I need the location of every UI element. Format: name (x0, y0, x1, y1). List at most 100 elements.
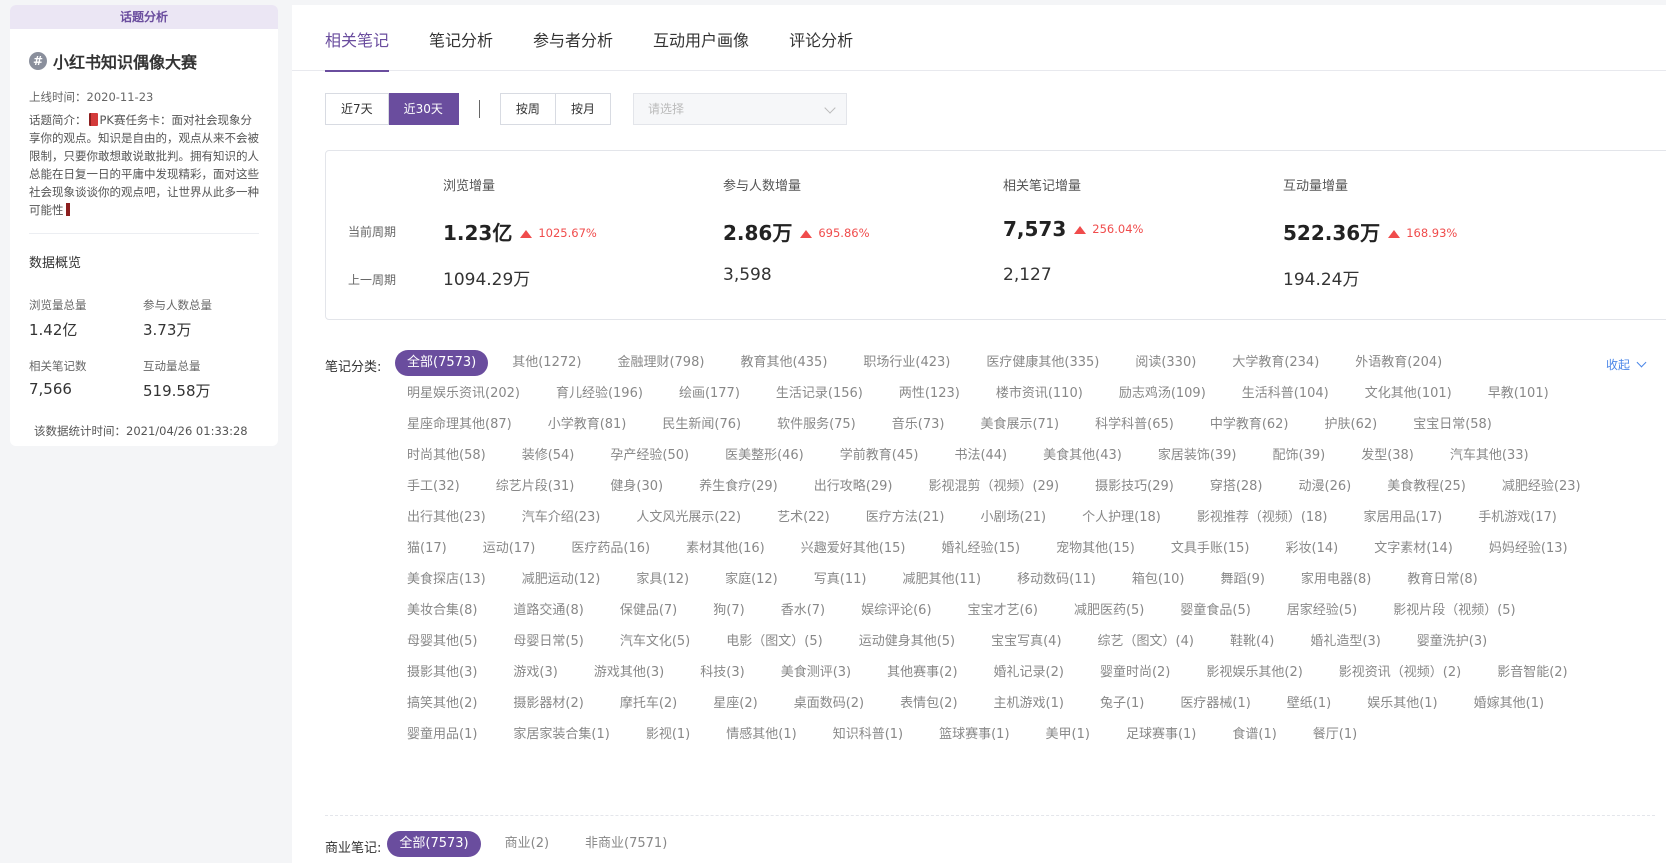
business-chip[interactable]: 全部(7573) (387, 831, 481, 857)
category-chip[interactable]: 医疗健康其他(335) (974, 350, 1111, 376)
category-chip[interactable]: 育儿经验(196) (544, 381, 655, 407)
category-chip[interactable]: 阅读(330) (1123, 350, 1208, 376)
category-chip[interactable]: 汽车其他(33) (1438, 443, 1541, 469)
category-chip[interactable]: 其他赛事(2) (875, 660, 969, 686)
category-chip[interactable]: 文具手账(15) (1159, 536, 1262, 562)
category-chip[interactable]: 综艺（图文）(4) (1086, 629, 1206, 655)
category-chip[interactable]: 婚嫁其他(1) (1462, 691, 1556, 717)
category-chip[interactable]: 手工(32) (395, 474, 472, 500)
category-chip[interactable]: 家用电器(8) (1289, 567, 1383, 593)
category-chip[interactable]: 游戏(3) (501, 660, 569, 686)
category-chip[interactable]: 医美整形(46) (713, 443, 816, 469)
category-chip[interactable]: 人文风光展示(22) (624, 505, 753, 531)
category-chip[interactable]: 素材其他(16) (674, 536, 777, 562)
category-chip[interactable]: 婚礼经验(15) (929, 536, 1032, 562)
category-chip[interactable]: 护肤(62) (1313, 412, 1390, 438)
category-chip[interactable]: 婴童用品(1) (395, 722, 489, 748)
category-chip[interactable]: 游戏其他(3) (582, 660, 676, 686)
category-chip[interactable]: 书法(44) (942, 443, 1019, 469)
category-chip[interactable]: 医疗方法(21) (854, 505, 957, 531)
category-chip[interactable]: 生活记录(156) (764, 381, 875, 407)
category-chip[interactable]: 婚礼造型(3) (1298, 629, 1392, 655)
category-chip[interactable]: 情感其他(1) (714, 722, 808, 748)
range-7-days-button[interactable]: 近7天 (325, 93, 389, 125)
tab-comment-analysis[interactable]: 评论分析 (789, 5, 853, 71)
category-chip[interactable]: 猫(17) (395, 536, 459, 562)
period-select[interactable]: 请选择 (632, 93, 847, 125)
category-chip[interactable]: 知识科普(1) (821, 722, 915, 748)
category-chip[interactable]: 科技(3) (688, 660, 756, 686)
category-chip[interactable]: 家居用品(17) (1352, 505, 1455, 531)
category-chip[interactable]: 兴趣爱好其他(15) (789, 536, 918, 562)
category-chip[interactable]: 艺术(22) (765, 505, 842, 531)
category-chip[interactable]: 狗(7) (701, 598, 756, 624)
category-chip[interactable]: 娱乐其他(1) (1355, 691, 1449, 717)
category-chip[interactable]: 软件服务(75) (765, 412, 868, 438)
category-chip[interactable]: 孕产经验(50) (598, 443, 701, 469)
category-chip[interactable]: 运动(17) (471, 536, 548, 562)
category-chip[interactable]: 医疗器械(1) (1168, 691, 1262, 717)
category-chip[interactable]: 写真(11) (802, 567, 879, 593)
category-chip[interactable]: 配饰(39) (1261, 443, 1338, 469)
by-month-button[interactable]: 按月 (555, 93, 611, 125)
category-chip[interactable]: 励志鸡汤(109) (1107, 381, 1218, 407)
category-chip[interactable]: 大学教育(234) (1220, 350, 1331, 376)
category-chip[interactable]: 减肥经验(23) (1490, 474, 1593, 500)
category-chip[interactable]: 养生食疗(29) (687, 474, 790, 500)
category-chip[interactable]: 综艺片段(31) (484, 474, 587, 500)
category-chip[interactable]: 妈妈经验(13) (1477, 536, 1580, 562)
category-chip[interactable]: 桌面数码(2) (782, 691, 876, 717)
category-chip[interactable]: 母婴其他(5) (395, 629, 489, 655)
category-chip[interactable]: 汽车介绍(23) (510, 505, 613, 531)
category-chip[interactable]: 宝宝写真(4) (979, 629, 1073, 655)
category-chip[interactable]: 外语教育(204) (1343, 350, 1454, 376)
category-chip[interactable]: 家居装饰(39) (1146, 443, 1249, 469)
category-chip[interactable]: 宝宝日常(58) (1401, 412, 1504, 438)
category-chip[interactable]: 文化其他(101) (1353, 381, 1464, 407)
category-chip[interactable]: 影视片段（视频）(5) (1381, 598, 1527, 624)
category-chip[interactable]: 鞋靴(4) (1218, 629, 1286, 655)
category-chip[interactable]: 婴童食品(5) (1168, 598, 1262, 624)
category-chip[interactable]: 民生新闻(76) (650, 412, 753, 438)
tab-participant-analysis[interactable]: 参与者分析 (533, 5, 613, 71)
category-chip[interactable]: 母婴日常(5) (501, 629, 595, 655)
category-chip[interactable]: 影视(1) (634, 722, 702, 748)
category-chip[interactable]: 美妆合集(8) (395, 598, 489, 624)
category-chip[interactable]: 娱综评论(6) (849, 598, 943, 624)
category-chip[interactable]: 其他(1272) (500, 350, 593, 376)
category-chip[interactable]: 时尚其他(58) (395, 443, 498, 469)
category-chip[interactable]: 减肥医药(5) (1062, 598, 1156, 624)
tab-related-notes[interactable]: 相关笔记 (325, 5, 390, 72)
category-chip[interactable]: 香水(7) (769, 598, 837, 624)
category-chip[interactable]: 壁纸(1) (1275, 691, 1343, 717)
category-chip[interactable]: 婚礼记录(2) (982, 660, 1076, 686)
category-chip[interactable]: 生活科普(104) (1230, 381, 1341, 407)
category-chip[interactable]: 箱包(10) (1120, 567, 1197, 593)
category-chip[interactable]: 表情包(2) (888, 691, 969, 717)
category-chip[interactable]: 小剧场(21) (968, 505, 1058, 531)
category-chip[interactable]: 减肥其他(11) (890, 567, 993, 593)
category-chip[interactable]: 健身(30) (598, 474, 675, 500)
category-chip[interactable]: 篮球赛事(1) (927, 722, 1021, 748)
category-chip[interactable]: 摄影器材(2) (501, 691, 595, 717)
category-chip[interactable]: 绘画(177) (667, 381, 752, 407)
category-chip[interactable]: 科学科普(65) (1083, 412, 1186, 438)
category-chip[interactable]: 全部(7573) (395, 350, 489, 376)
category-chip[interactable]: 家具(12) (624, 567, 701, 593)
category-chip[interactable]: 餐厅(1) (1301, 722, 1369, 748)
category-chip[interactable]: 音乐(73) (880, 412, 957, 438)
category-chip[interactable]: 影视娱乐其他(2) (1194, 660, 1314, 686)
category-chip[interactable]: 足球赛事(1) (1114, 722, 1208, 748)
category-chip[interactable]: 居家经验(5) (1275, 598, 1369, 624)
category-chip[interactable]: 家居家装合集(1) (501, 722, 621, 748)
category-chip[interactable]: 星座(2) (701, 691, 769, 717)
category-chip[interactable]: 学前教育(45) (828, 443, 931, 469)
category-chip[interactable]: 美食探店(13) (395, 567, 498, 593)
category-chip[interactable]: 美甲(1) (1034, 722, 1102, 748)
category-chip[interactable]: 影视混剪（视频）(29) (916, 474, 1071, 500)
business-chip[interactable]: 商业(2) (493, 831, 561, 857)
category-chip[interactable]: 舞蹈(9) (1209, 567, 1277, 593)
category-chip[interactable]: 金融理财(798) (605, 350, 716, 376)
tab-user-portrait[interactable]: 互动用户画像 (653, 5, 749, 71)
category-chip[interactable]: 教育日常(8) (1395, 567, 1489, 593)
